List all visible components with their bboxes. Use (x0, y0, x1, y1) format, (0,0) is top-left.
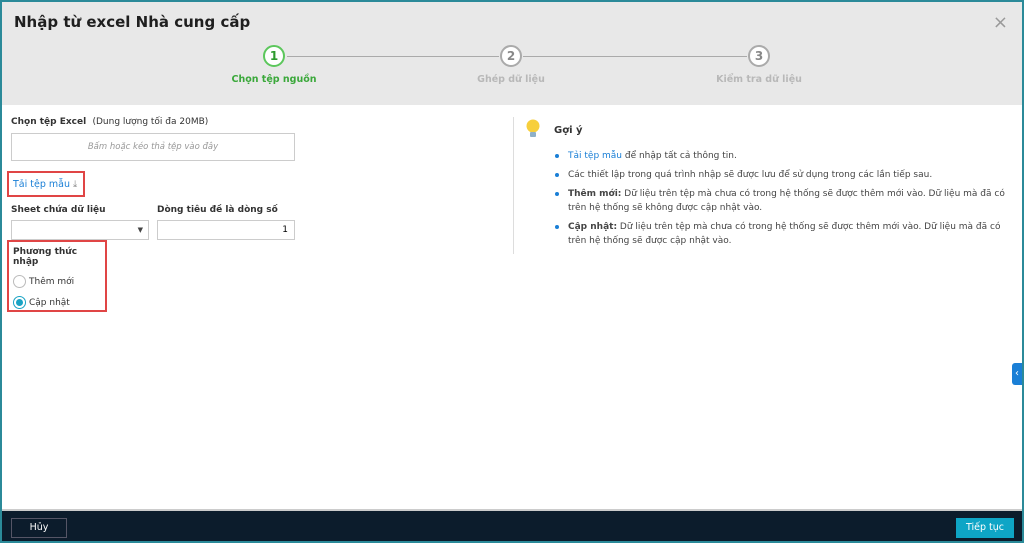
radio-label: Cập nhật (29, 297, 70, 308)
hint-bold: Cập nhật: (568, 222, 618, 232)
dialog-footer: Hủy Tiếp tục (2, 509, 1022, 541)
sheet-field: Sheet chứa dữ liệu ▼ (11, 205, 149, 240)
hint-text: Dữ liệu trên tệp mà chưa có trong hệ thố… (568, 189, 1005, 213)
import-dialog: Nhập từ excel Nhà cung cấp × 1 Chọn tệp … (2, 2, 1022, 541)
hint-text: để nhập tất cả thông tin. (622, 151, 737, 161)
method-label: Phương thức nhập (13, 247, 78, 267)
divider (513, 117, 514, 254)
dialog-header: Nhập từ excel Nhà cung cấp × 1 Chọn tệp … (2, 2, 1022, 105)
file-label: Chọn tệp Excel (Dung lượng tối đa 20MB) (11, 117, 295, 127)
hint-item: Cập nhật: Dữ liệu trên tệp mà chưa có tr… (554, 220, 1016, 248)
hint-item: Tải tệp mẫu để nhập tất cả thông tin. (554, 149, 1016, 163)
chevron-left-icon: ‹ (1015, 368, 1019, 379)
hint-item: Thêm mới: Dữ liệu trên tệp mà chưa có tr… (554, 187, 1016, 215)
template-link-label: Tải tệp mẫu (13, 179, 70, 190)
file-label-text: Chọn tệp Excel (11, 117, 87, 127)
hint-text: Các thiết lập trong quá trình nhập sẽ đư… (568, 170, 933, 180)
radio-update[interactable]: Cập nhật (13, 296, 101, 309)
step-number: 1 (263, 45, 285, 67)
step-3: 3 Kiểm tra dữ liệu (689, 45, 829, 85)
template-link[interactable]: Tải tệp mẫu (568, 151, 622, 161)
side-panel-toggle[interactable]: ‹ (1012, 363, 1022, 385)
step-label: Kiểm tra dữ liệu (716, 74, 802, 85)
step-label: Ghép dữ liệu (477, 74, 545, 85)
chevron-down-icon: ▼ (137, 226, 143, 234)
cancel-button[interactable]: Hủy (11, 518, 67, 538)
step-number: 2 (500, 45, 522, 67)
step-1: 1 Chọn tệp nguồn (204, 45, 344, 85)
radio-add-new[interactable]: Thêm mới (13, 275, 101, 288)
sheet-label: Sheet chứa dữ liệu (11, 205, 106, 215)
file-dropzone[interactable]: Bấm hoặc kéo thả tệp vào đây (11, 133, 295, 161)
header-row-field: Dòng tiêu đề là dòng số 1 (157, 205, 295, 240)
sheet-select[interactable]: ▼ (11, 220, 149, 240)
hint-item: Các thiết lập trong quá trình nhập sẽ đư… (554, 168, 1016, 182)
download-icon: ⤓ (73, 179, 78, 190)
radio-button[interactable] (13, 275, 26, 288)
next-button[interactable]: Tiếp tục (956, 518, 1014, 538)
hint-title: Gợi ý (554, 125, 583, 136)
hint-bold: Thêm mới: (568, 189, 622, 199)
step-2: 2 Ghép dữ liệu (441, 45, 581, 85)
header-row-input[interactable]: 1 (157, 220, 295, 240)
close-icon[interactable]: × (993, 12, 1008, 33)
hint-list: Tải tệp mẫu để nhập tất cả thông tin. Cá… (554, 149, 1016, 253)
download-template-link[interactable]: Tải tệp mẫu ⤓ (7, 171, 85, 197)
hint-text: Dữ liệu trên tệp mà chưa có trong hệ thố… (568, 222, 1001, 246)
step-label: Chọn tệp nguồn (231, 74, 317, 85)
file-section: Chọn tệp Excel (Dung lượng tối đa 20MB) … (11, 117, 295, 161)
file-size-note: (Dung lượng tối đa 20MB) (92, 117, 209, 127)
dialog-title: Nhập từ excel Nhà cung cấp (14, 13, 251, 31)
radio-button-selected[interactable] (13, 296, 26, 309)
radio-label: Thêm mới (29, 276, 75, 287)
header-row-label: Dòng tiêu đề là dòng số (157, 205, 278, 215)
step-number: 3 (748, 45, 770, 67)
import-method-group: Phương thức nhập Thêm mới Cập nhật (7, 240, 107, 312)
lightbulb-icon (526, 119, 540, 137)
